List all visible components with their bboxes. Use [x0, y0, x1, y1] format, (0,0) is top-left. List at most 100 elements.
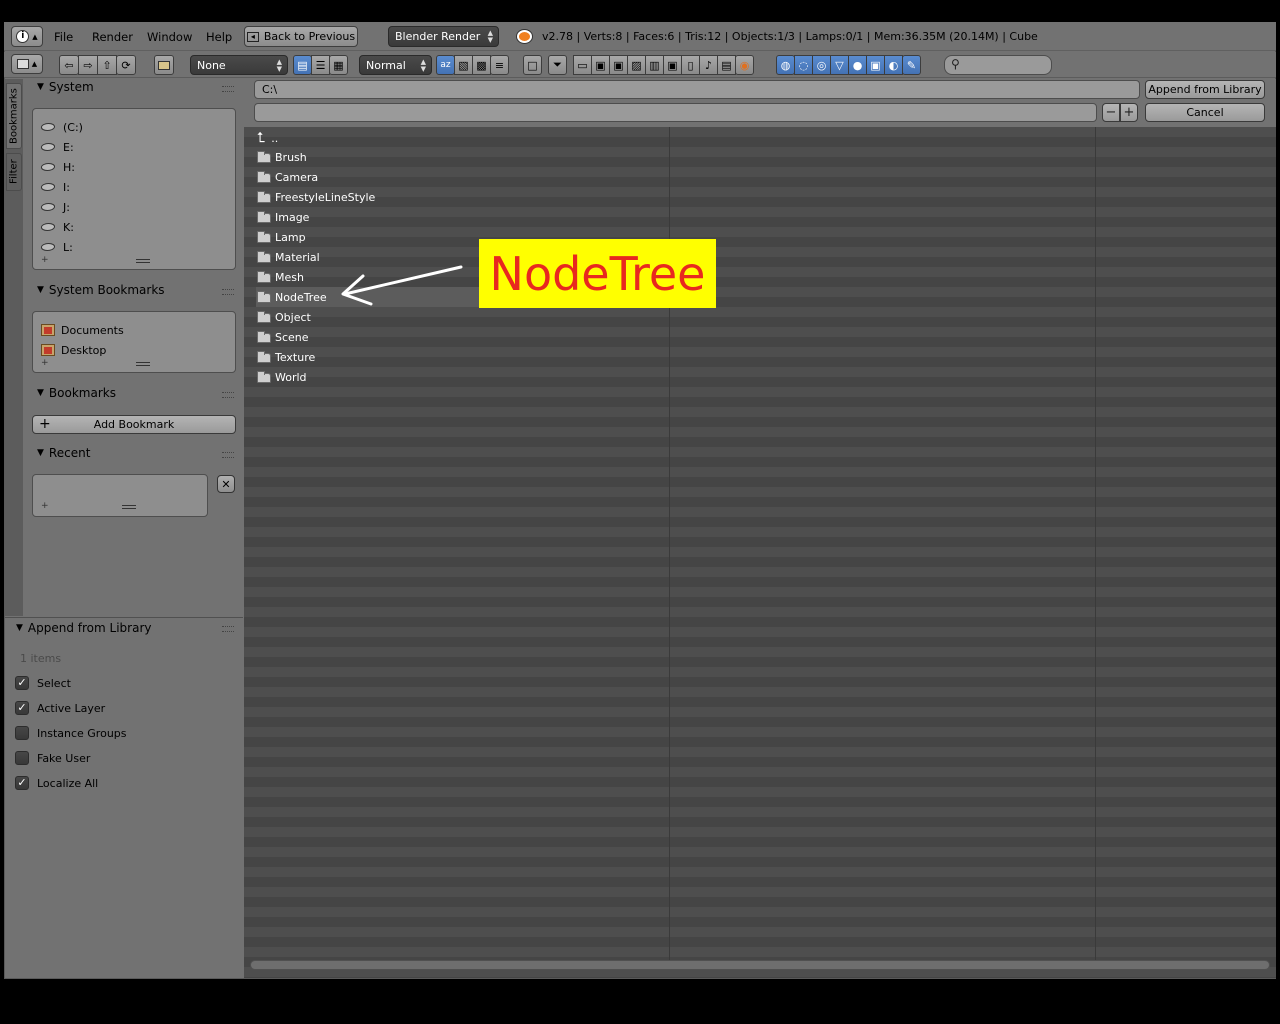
forward-nav-button[interactable]: ⇨	[78, 55, 98, 75]
checkbox[interactable]: ✓	[15, 676, 29, 690]
list-item[interactable]: Material	[257, 247, 320, 267]
panel-header-system[interactable]: ▼ System	[37, 80, 94, 94]
filter-sound-button[interactable]: ♪	[699, 55, 718, 75]
panel-header-system-bookmarks[interactable]: ▼ System Bookmarks	[37, 283, 165, 297]
drag-grip-icon[interactable]	[222, 392, 234, 398]
list-item[interactable]: I:	[40, 178, 70, 196]
recursion-dropdown[interactable]: None ▲ ▼	[190, 55, 288, 75]
filter-scene-button[interactable]: ◍	[776, 55, 795, 75]
tab-filter[interactable]: Filter	[6, 153, 22, 191]
display-short-list-button[interactable]: ▤	[293, 55, 312, 75]
panel-header-bookmarks[interactable]: ▼ Bookmarks	[37, 386, 116, 400]
list-item[interactable]: Lamp	[257, 227, 306, 247]
back-nav-button[interactable]: ⇦	[59, 55, 79, 75]
filter-world-button[interactable]: ◐	[884, 55, 903, 75]
list-item[interactable]: FreestyleLineStyle	[257, 187, 375, 207]
horizontal-scrollbar[interactable]	[250, 960, 1270, 970]
list-item[interactable]: (C:)	[40, 118, 83, 136]
filter-text-button[interactable]: ▤	[717, 55, 736, 75]
menu-window[interactable]: Window	[147, 26, 192, 47]
option-instance-groups[interactable]: Instance Groups	[15, 724, 127, 742]
list-item[interactable]: World	[257, 367, 307, 387]
list-item[interactable]: Camera	[257, 167, 318, 187]
filter-action-button[interactable]: ◌	[794, 55, 813, 75]
show-hidden-button[interactable]: □	[523, 55, 542, 75]
list-item[interactable]: Brush	[257, 147, 307, 167]
option-active-layer[interactable]: ✓ Active Layer	[15, 699, 105, 717]
cancel-button[interactable]: Cancel	[1145, 103, 1265, 122]
checkbox[interactable]	[15, 726, 29, 740]
panel-header-operator[interactable]: ▼ Append from Library	[16, 620, 151, 636]
list-item[interactable]: E:	[40, 138, 74, 156]
filename-field[interactable]	[254, 103, 1097, 122]
editor-type-button-fb[interactable]: ▲	[11, 54, 43, 74]
list-item[interactable]: L:	[40, 238, 73, 256]
menu-file[interactable]: File	[54, 26, 73, 47]
checkbox[interactable]: ✓	[15, 701, 29, 715]
display-size-dropdown[interactable]: Normal ▲ ▼	[359, 55, 432, 75]
back-to-previous-button[interactable]: ◂ Back to Previous	[244, 26, 358, 47]
filter-blender-button[interactable]: ◉	[735, 55, 754, 75]
new-directory-button[interactable]	[154, 55, 174, 75]
filter-folder-button[interactable]: ▭	[573, 55, 592, 75]
list-item[interactable]: J:	[40, 198, 70, 216]
list-resize-handle[interactable]	[136, 362, 150, 366]
drag-grip-icon[interactable]	[222, 626, 234, 632]
render-engine-dropdown[interactable]: Blender Render ▲ ▼	[388, 26, 499, 47]
search-input[interactable]: ⚲	[944, 55, 1052, 75]
filter-image-button[interactable]: ▨	[627, 55, 646, 75]
sort-alpha-button[interactable]: az	[436, 55, 455, 75]
clear-recent-button[interactable]: ✕	[217, 475, 235, 493]
list-item[interactable]: Mesh	[257, 267, 304, 287]
filter-object-button[interactable]: ◎	[812, 55, 831, 75]
sort-time-button[interactable]: ▩	[472, 55, 491, 75]
drag-grip-icon[interactable]	[222, 289, 234, 295]
increment-button[interactable]: +	[1120, 103, 1138, 122]
filter-toggle-button[interactable]: ⏷	[548, 55, 567, 75]
list-item[interactable]: Texture	[257, 347, 315, 367]
append-from-library-button[interactable]: Append from Library	[1145, 80, 1265, 99]
parent-dir-button[interactable]: ⇧	[97, 55, 117, 75]
sort-ext-button[interactable]: ▧	[454, 55, 473, 75]
refresh-button[interactable]: ⟳	[116, 55, 136, 75]
panel-header-recent[interactable]: ▼ Recent	[37, 446, 90, 460]
checkbox[interactable]: ✓	[15, 776, 29, 790]
file-list[interactable]: ⮤ .. Brush Camera FreestyleLineStyle Ima…	[244, 127, 1276, 978]
option-localize-all[interactable]: ✓ Localize All	[15, 774, 98, 792]
list-item[interactable]: Object	[257, 307, 311, 327]
filter-brush-button[interactable]: ✎	[902, 55, 921, 75]
option-select[interactable]: ✓ Select	[15, 674, 71, 692]
directory-field[interactable]: C:\	[254, 80, 1140, 99]
parent-directory-row[interactable]: ⮤ ..	[257, 128, 278, 148]
list-resize-handle[interactable]	[136, 259, 150, 263]
drag-grip-icon[interactable]	[222, 452, 234, 458]
tab-bookmarks[interactable]: Bookmarks	[6, 83, 22, 149]
filter-font-button[interactable]: ▯	[681, 55, 700, 75]
filter-movie-button[interactable]: ▥	[645, 55, 664, 75]
list-item[interactable]: Image	[257, 207, 309, 227]
list-resize-handle[interactable]	[122, 505, 136, 509]
filter-image-data-button[interactable]: ▣	[866, 55, 885, 75]
filter-mesh-button[interactable]: ▽	[830, 55, 849, 75]
display-thumbnails-button[interactable]: ▦	[329, 55, 348, 75]
filter-backup-button[interactable]: ▣	[609, 55, 628, 75]
display-long-list-button[interactable]: ☰	[311, 55, 330, 75]
add-bookmark-button[interactable]: + Add Bookmark	[32, 415, 236, 434]
filter-material-button[interactable]: ●	[848, 55, 867, 75]
option-fake-user[interactable]: Fake User	[15, 749, 90, 767]
checkbox[interactable]	[15, 751, 29, 765]
list-item[interactable]: Documents	[41, 321, 124, 339]
drag-grip-icon[interactable]	[222, 86, 234, 92]
filter-blend-button[interactable]: ▣	[591, 55, 610, 75]
decrement-button[interactable]: −	[1102, 103, 1120, 122]
list-item[interactable]: K:	[40, 218, 74, 236]
list-item[interactable]: H:	[40, 158, 75, 176]
list-item[interactable]: Scene	[257, 327, 309, 347]
sort-size-button[interactable]: ≡	[490, 55, 509, 75]
menu-render[interactable]: Render	[92, 26, 133, 47]
editor-type-button[interactable]: i ▲	[11, 26, 43, 47]
menu-help[interactable]: Help	[206, 26, 232, 47]
filter-script-button[interactable]: ▣	[663, 55, 682, 75]
folder-icon: ▭	[577, 58, 588, 72]
list-item[interactable]: Desktop	[41, 341, 106, 359]
